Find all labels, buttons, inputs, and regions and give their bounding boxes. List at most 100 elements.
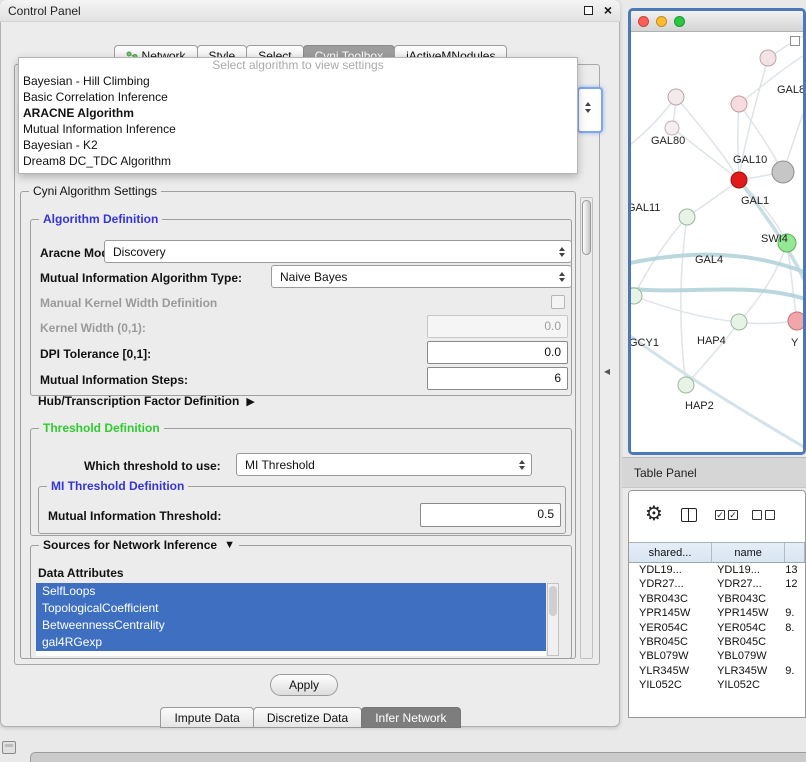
algorithm-option-mutual-information-inference[interactable]: Mutual Information Inference [19, 121, 577, 137]
overview-box[interactable] [790, 36, 800, 46]
table-row[interactable]: YDL19...YDL19...13 [629, 563, 805, 577]
network-edge [687, 180, 739, 217]
table-cell: YBL079W [629, 649, 712, 663]
node-label: GAL1 [741, 195, 769, 207]
table-panel-title: Table Panel [634, 458, 697, 488]
unselect-all-columns-button[interactable] [752, 510, 775, 520]
table-cell: YBR045C [712, 635, 785, 649]
network-canvas[interactable]: GAL8GAL80GAL10GAL11GAL1SWI4GAL4GCY1HAP4Y… [631, 32, 803, 452]
manual-kernel-checkbox [551, 295, 565, 309]
gear-icon[interactable]: ⚙ [645, 503, 663, 525]
table-header: shared...name [629, 542, 805, 563]
sources-toggle[interactable]: Sources for Network Inference ▼ [39, 538, 239, 552]
mi-steps-field[interactable]: 6 [427, 367, 568, 390]
network-node[interactable] [772, 161, 794, 183]
node-label: GAL11 [631, 202, 660, 214]
network-node[interactable] [631, 288, 642, 304]
network-edge [681, 217, 687, 385]
network-node[interactable] [731, 314, 747, 330]
corner-panel-button[interactable] [2, 741, 16, 754]
table-cell: YPR145W [629, 606, 712, 620]
network-view-window: GAL8GAL80GAL10GAL11GAL1SWI4GAL4GCY1HAP4Y… [628, 8, 806, 455]
algorithm-option-bayesian-hill-climbing[interactable]: Bayesian - Hill Climbing [19, 73, 577, 89]
which-threshold-select[interactable]: MI Threshold [236, 453, 532, 476]
dpi-tolerance-field[interactable]: 0.0 [427, 341, 568, 364]
attributes-list: SelfLoopsTopologicalCoefficientBetweenne… [36, 583, 546, 656]
table-cell: YDL19... [712, 563, 785, 577]
close-panel-button[interactable]: × [604, 2, 612, 18]
table-row[interactable]: YIL052CYIL052C [629, 678, 805, 692]
aracne-mode-select[interactable]: Discovery [104, 240, 572, 263]
table-row[interactable]: YBL079WYBL079W [629, 649, 805, 663]
panel-splitter-arrow[interactable]: ◂ [604, 364, 610, 378]
column-header-name[interactable]: name [712, 543, 785, 562]
table-toolbar: ⚙ ✓ ✓ [629, 491, 805, 542]
attribute-item-selfloops[interactable]: SelfLoops [36, 583, 546, 600]
network-node[interactable] [678, 377, 694, 393]
node-label: SWI4 [761, 233, 788, 245]
table-cell: 9. [785, 664, 805, 678]
algorithm-option-bayesian-k2[interactable]: Bayesian - K2 [19, 137, 577, 153]
settings-scrollbar[interactable] [580, 197, 593, 659]
data-attributes-label: Data Attributes [38, 566, 124, 580]
attribute-item-topologicalcoefficient[interactable]: TopologicalCoefficient [36, 600, 546, 617]
algorithm-option-dream8-dc-tdc-algorithm[interactable]: Dream8 DC_TDC Algorithm [19, 153, 577, 169]
table-row[interactable]: YLR345WYLR345W9. [629, 664, 805, 678]
network-edge [739, 243, 787, 322]
column-header-2[interactable] [785, 543, 805, 562]
table-row[interactable]: YDR27...YDR27...12 [629, 577, 805, 591]
zoom-light-button[interactable] [674, 16, 685, 27]
column-header-shared[interactable]: shared... [629, 543, 712, 562]
algorithm-placeholder: Select algorithm to view settings [19, 58, 577, 73]
bottom-tab-discretize-data[interactable]: Discretize Data [253, 707, 362, 728]
table-row[interactable]: YBR045CYBR045C [629, 635, 805, 649]
columns-icon[interactable] [681, 508, 697, 522]
control-panel-title: Control Panel [8, 0, 81, 22]
attribute-item-gal4rgexp[interactable]: gal4RGexp [36, 634, 546, 651]
table-row[interactable]: YER054CYER054C8. [629, 621, 805, 635]
float-window-button[interactable] [584, 6, 593, 15]
checked-box-icon: ✓ [728, 510, 738, 520]
algorithm-select-edge[interactable] [577, 87, 603, 133]
mi-threshold-field[interactable]: 0.5 [420, 503, 561, 527]
aracne-mode-value: Discovery [113, 245, 166, 259]
table-cell: YDR27... [712, 577, 785, 591]
bottom-tab-impute-data[interactable]: Impute Data [160, 707, 253, 728]
attribute-item-betweennesscentrality[interactable]: BetweennessCentrality [36, 617, 546, 634]
apply-button[interactable]: Apply [270, 674, 338, 696]
table-cell: YLR345W [629, 664, 712, 678]
bottom-tab-infer-network[interactable]: Infer Network [361, 707, 460, 728]
network-node[interactable] [679, 209, 695, 225]
spinner-arrows-icon [553, 272, 571, 282]
network-node[interactable] [731, 172, 747, 188]
scrollbar-thumb[interactable] [549, 586, 557, 616]
network-edge [631, 288, 803, 300]
network-node[interactable] [731, 96, 747, 112]
table-cell: YDL19... [629, 563, 712, 577]
select-all-columns-button[interactable]: ✓ ✓ [715, 510, 738, 520]
application-root: Control Panel × NetworkStyleSelectCyni T… [0, 0, 806, 762]
scrollbar-thumb[interactable] [582, 200, 591, 255]
minimize-light-button[interactable] [656, 16, 667, 27]
unchecked-box-icon [765, 510, 775, 520]
mi-type-select[interactable]: Naive Bayes [271, 265, 572, 288]
network-node[interactable] [665, 121, 679, 135]
mi-steps-label: Mutual Information Steps: [40, 373, 188, 387]
table-cell: 13 [785, 563, 805, 577]
spinner-arrows-icon [553, 247, 571, 257]
algorithm-option-aracne-algorithm[interactable]: ARACNE Algorithm [19, 105, 577, 121]
table-row[interactable]: YBR043CYBR043C [629, 592, 805, 606]
spinner-arrows-icon [513, 460, 531, 470]
close-light-button[interactable] [638, 16, 649, 27]
network-node[interactable] [788, 312, 803, 330]
attributes-scrollbar[interactable] [547, 583, 559, 656]
table-row[interactable]: YPR145WYPR145W9. [629, 606, 805, 620]
table-cell: YIL052C [629, 678, 712, 692]
kernel-width-field: 0.0 [427, 315, 568, 338]
hub-section-toggle[interactable]: Hub/Transcription Factor Definition ▶ [38, 394, 255, 408]
network-node[interactable] [668, 89, 684, 105]
network-node[interactable] [760, 50, 776, 66]
expanded-arrow-icon: ▼ [224, 539, 235, 551]
algorithm-option-basic-correlation-inference[interactable]: Basic Correlation Inference [19, 89, 577, 105]
node-label: GAL10 [733, 154, 767, 166]
